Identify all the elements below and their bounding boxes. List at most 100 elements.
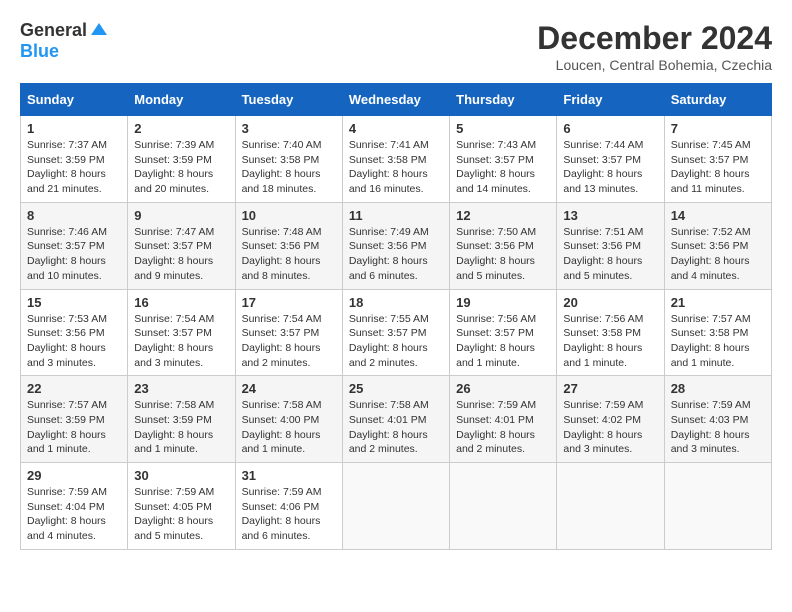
- day-number: 3: [242, 121, 336, 136]
- day-number: 14: [671, 208, 765, 223]
- calendar-table: SundayMondayTuesdayWednesdayThursdayFrid…: [20, 83, 772, 550]
- day-info: Sunrise: 7:49 AMSunset: 3:56 PMDaylight:…: [349, 225, 443, 284]
- day-number: 19: [456, 295, 550, 310]
- table-row: 3 Sunrise: 7:40 AMSunset: 3:58 PMDayligh…: [235, 116, 342, 203]
- day-info: Sunrise: 7:59 AMSunset: 4:01 PMDaylight:…: [456, 398, 550, 457]
- table-row: [557, 463, 664, 550]
- day-info: Sunrise: 7:44 AMSunset: 3:57 PMDaylight:…: [563, 138, 657, 197]
- table-row: [664, 463, 771, 550]
- table-row: [450, 463, 557, 550]
- day-info: Sunrise: 7:59 AMSunset: 4:04 PMDaylight:…: [27, 485, 121, 544]
- column-header-saturday: Saturday: [664, 84, 771, 116]
- calendar-week-5: 29 Sunrise: 7:59 AMSunset: 4:04 PMDaylig…: [21, 463, 772, 550]
- table-row: 19 Sunrise: 7:56 AMSunset: 3:57 PMDaylig…: [450, 289, 557, 376]
- logo-general-text: General: [20, 20, 87, 41]
- day-number: 25: [349, 381, 443, 396]
- month-title: December 2024: [537, 20, 772, 57]
- day-number: 11: [349, 208, 443, 223]
- day-info: Sunrise: 7:59 AMSunset: 4:05 PMDaylight:…: [134, 485, 228, 544]
- table-row: 25 Sunrise: 7:58 AMSunset: 4:01 PMDaylig…: [342, 376, 449, 463]
- calendar-header-row: SundayMondayTuesdayWednesdayThursdayFrid…: [21, 84, 772, 116]
- calendar-week-2: 8 Sunrise: 7:46 AMSunset: 3:57 PMDayligh…: [21, 202, 772, 289]
- day-info: Sunrise: 7:52 AMSunset: 3:56 PMDaylight:…: [671, 225, 765, 284]
- table-row: 13 Sunrise: 7:51 AMSunset: 3:56 PMDaylig…: [557, 202, 664, 289]
- table-row: 9 Sunrise: 7:47 AMSunset: 3:57 PMDayligh…: [128, 202, 235, 289]
- table-row: 1 Sunrise: 7:37 AMSunset: 3:59 PMDayligh…: [21, 116, 128, 203]
- day-info: Sunrise: 7:48 AMSunset: 3:56 PMDaylight:…: [242, 225, 336, 284]
- table-row: 4 Sunrise: 7:41 AMSunset: 3:58 PMDayligh…: [342, 116, 449, 203]
- day-number: 4: [349, 121, 443, 136]
- table-row: 27 Sunrise: 7:59 AMSunset: 4:02 PMDaylig…: [557, 376, 664, 463]
- day-number: 6: [563, 121, 657, 136]
- day-info: Sunrise: 7:37 AMSunset: 3:59 PMDaylight:…: [27, 138, 121, 197]
- location-subtitle: Loucen, Central Bohemia, Czechia: [537, 57, 772, 73]
- column-header-wednesday: Wednesday: [342, 84, 449, 116]
- day-info: Sunrise: 7:58 AMSunset: 4:00 PMDaylight:…: [242, 398, 336, 457]
- table-row: 26 Sunrise: 7:59 AMSunset: 4:01 PMDaylig…: [450, 376, 557, 463]
- day-info: Sunrise: 7:41 AMSunset: 3:58 PMDaylight:…: [349, 138, 443, 197]
- day-info: Sunrise: 7:59 AMSunset: 4:03 PMDaylight:…: [671, 398, 765, 457]
- day-number: 7: [671, 121, 765, 136]
- table-row: [342, 463, 449, 550]
- day-info: Sunrise: 7:39 AMSunset: 3:59 PMDaylight:…: [134, 138, 228, 197]
- table-row: 5 Sunrise: 7:43 AMSunset: 3:57 PMDayligh…: [450, 116, 557, 203]
- day-info: Sunrise: 7:58 AMSunset: 3:59 PMDaylight:…: [134, 398, 228, 457]
- column-header-monday: Monday: [128, 84, 235, 116]
- day-number: 12: [456, 208, 550, 223]
- day-number: 10: [242, 208, 336, 223]
- day-number: 24: [242, 381, 336, 396]
- table-row: 14 Sunrise: 7:52 AMSunset: 3:56 PMDaylig…: [664, 202, 771, 289]
- title-area: December 2024 Loucen, Central Bohemia, C…: [537, 20, 772, 73]
- column-header-thursday: Thursday: [450, 84, 557, 116]
- day-info: Sunrise: 7:56 AMSunset: 3:57 PMDaylight:…: [456, 312, 550, 371]
- logo: General Blue: [20, 20, 109, 62]
- day-info: Sunrise: 7:46 AMSunset: 3:57 PMDaylight:…: [27, 225, 121, 284]
- day-number: 1: [27, 121, 121, 136]
- table-row: 20 Sunrise: 7:56 AMSunset: 3:58 PMDaylig…: [557, 289, 664, 376]
- day-number: 5: [456, 121, 550, 136]
- day-info: Sunrise: 7:58 AMSunset: 4:01 PMDaylight:…: [349, 398, 443, 457]
- day-info: Sunrise: 7:53 AMSunset: 3:56 PMDaylight:…: [27, 312, 121, 371]
- column-header-sunday: Sunday: [21, 84, 128, 116]
- table-row: 23 Sunrise: 7:58 AMSunset: 3:59 PMDaylig…: [128, 376, 235, 463]
- day-info: Sunrise: 7:56 AMSunset: 3:58 PMDaylight:…: [563, 312, 657, 371]
- day-info: Sunrise: 7:40 AMSunset: 3:58 PMDaylight:…: [242, 138, 336, 197]
- day-number: 31: [242, 468, 336, 483]
- day-number: 20: [563, 295, 657, 310]
- table-row: 7 Sunrise: 7:45 AMSunset: 3:57 PMDayligh…: [664, 116, 771, 203]
- day-info: Sunrise: 7:57 AMSunset: 3:59 PMDaylight:…: [27, 398, 121, 457]
- day-number: 28: [671, 381, 765, 396]
- day-number: 17: [242, 295, 336, 310]
- page-header: General Blue December 2024 Loucen, Centr…: [20, 20, 772, 73]
- day-number: 26: [456, 381, 550, 396]
- table-row: 2 Sunrise: 7:39 AMSunset: 3:59 PMDayligh…: [128, 116, 235, 203]
- day-number: 29: [27, 468, 121, 483]
- table-row: 16 Sunrise: 7:54 AMSunset: 3:57 PMDaylig…: [128, 289, 235, 376]
- day-number: 8: [27, 208, 121, 223]
- table-row: 12 Sunrise: 7:50 AMSunset: 3:56 PMDaylig…: [450, 202, 557, 289]
- table-row: 22 Sunrise: 7:57 AMSunset: 3:59 PMDaylig…: [21, 376, 128, 463]
- day-info: Sunrise: 7:45 AMSunset: 3:57 PMDaylight:…: [671, 138, 765, 197]
- table-row: 28 Sunrise: 7:59 AMSunset: 4:03 PMDaylig…: [664, 376, 771, 463]
- column-header-tuesday: Tuesday: [235, 84, 342, 116]
- table-row: 17 Sunrise: 7:54 AMSunset: 3:57 PMDaylig…: [235, 289, 342, 376]
- table-row: 15 Sunrise: 7:53 AMSunset: 3:56 PMDaylig…: [21, 289, 128, 376]
- day-number: 27: [563, 381, 657, 396]
- calendar-week-3: 15 Sunrise: 7:53 AMSunset: 3:56 PMDaylig…: [21, 289, 772, 376]
- day-number: 30: [134, 468, 228, 483]
- day-info: Sunrise: 7:51 AMSunset: 3:56 PMDaylight:…: [563, 225, 657, 284]
- table-row: 11 Sunrise: 7:49 AMSunset: 3:56 PMDaylig…: [342, 202, 449, 289]
- table-row: 30 Sunrise: 7:59 AMSunset: 4:05 PMDaylig…: [128, 463, 235, 550]
- day-info: Sunrise: 7:59 AMSunset: 4:02 PMDaylight:…: [563, 398, 657, 457]
- table-row: 24 Sunrise: 7:58 AMSunset: 4:00 PMDaylig…: [235, 376, 342, 463]
- day-info: Sunrise: 7:55 AMSunset: 3:57 PMDaylight:…: [349, 312, 443, 371]
- day-number: 22: [27, 381, 121, 396]
- day-info: Sunrise: 7:50 AMSunset: 3:56 PMDaylight:…: [456, 225, 550, 284]
- day-info: Sunrise: 7:54 AMSunset: 3:57 PMDaylight:…: [242, 312, 336, 371]
- calendar-week-1: 1 Sunrise: 7:37 AMSunset: 3:59 PMDayligh…: [21, 116, 772, 203]
- day-number: 16: [134, 295, 228, 310]
- day-number: 18: [349, 295, 443, 310]
- day-number: 21: [671, 295, 765, 310]
- logo-blue-text: Blue: [20, 41, 59, 62]
- table-row: 29 Sunrise: 7:59 AMSunset: 4:04 PMDaylig…: [21, 463, 128, 550]
